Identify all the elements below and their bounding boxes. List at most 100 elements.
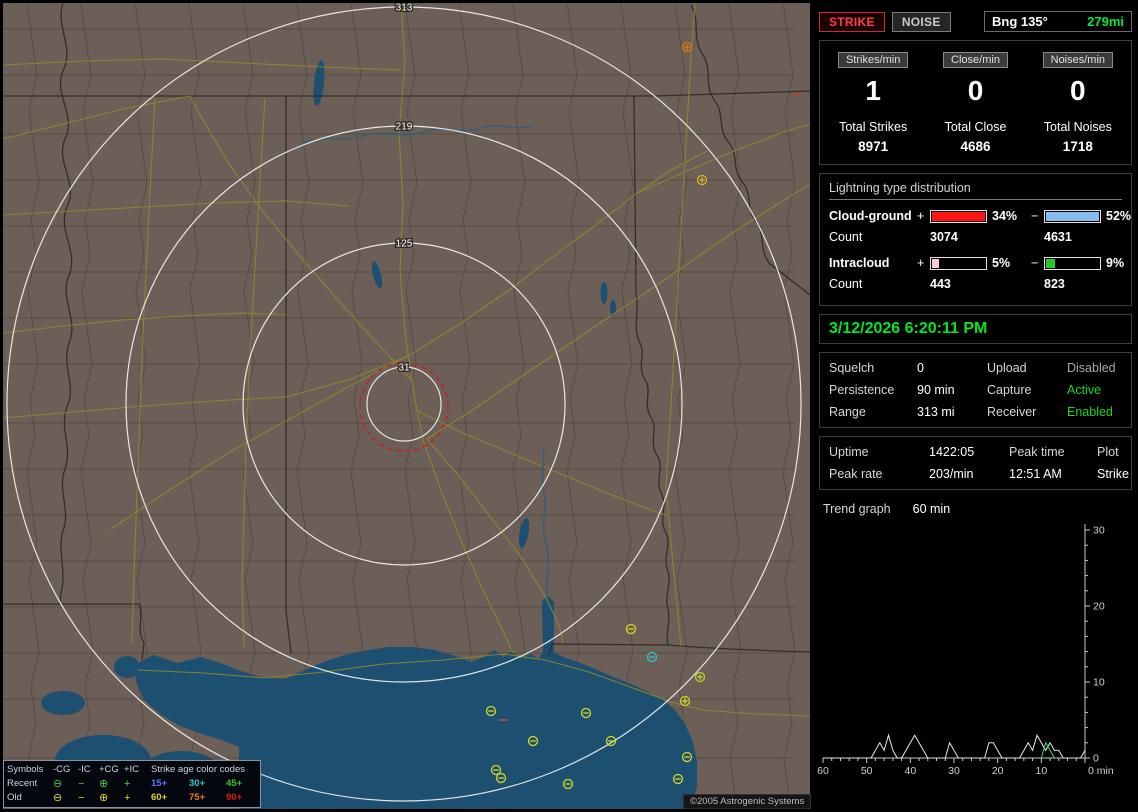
range-label: Range — [829, 405, 866, 419]
cg-neg-count: 4631 — [1044, 230, 1072, 244]
strikes-column: Strikes/min 1 Total Strikes 8971 — [822, 50, 924, 154]
minus-sign: − — [1031, 209, 1039, 223]
squelch-value: 0 — [917, 361, 924, 375]
distribution-title: Lightning type distribution — [829, 181, 1122, 200]
upload-label: Upload — [987, 361, 1027, 375]
trend-window-value: 60 min — [912, 502, 951, 516]
legend-col-cg-neg: -CG — [53, 764, 71, 775]
svg-text:0: 0 — [1093, 753, 1099, 765]
persistence-label: Persistence — [829, 383, 895, 397]
cg-pos-gauge — [930, 209, 987, 223]
trend-header: Trend graph 60 min — [823, 502, 1128, 516]
ic-neg-symbol-icon: − — [78, 792, 85, 804]
svg-text:20: 20 — [1093, 601, 1105, 613]
map-view[interactable]: 31 125 219 313 Symbols -CG -IC +CG +IC Stri… — [2, 1, 812, 809]
intracloud-label: Intracloud — [829, 256, 890, 270]
map-canvas[interactable]: 31 125 219 313 — [2, 1, 811, 809]
legend-col-ic-pos: +IC — [124, 764, 140, 775]
range-ring-label: 313 — [396, 3, 413, 14]
ic-pos-symbol-icon: + — [124, 778, 131, 790]
range-ring-label: 125 — [396, 239, 413, 250]
cloud-ground-label: Cloud-ground — [829, 209, 912, 223]
cg-neg-percent: 52% — [1106, 209, 1132, 223]
age-60-label: 60+ — [151, 792, 168, 803]
sidebar: STRIKE NOISE Bng 135° 279mi Strikes/min … — [813, 0, 1138, 812]
svg-text:40: 40 — [904, 765, 916, 777]
peak-time-value: 12:51 AM — [1009, 467, 1062, 481]
age-90-label: 90+ — [226, 792, 243, 803]
lake — [600, 282, 608, 304]
svg-text:0 min: 0 min — [1088, 765, 1114, 777]
noises-per-min-value: 0 — [1070, 75, 1086, 106]
legend-col-cg-pos: +CG — [99, 764, 119, 775]
lake — [211, 712, 251, 738]
ic-pos-count: 443 — [930, 277, 951, 291]
cg-pos-percent: 34% — [992, 209, 1018, 223]
peak-rate-value: 203/min — [929, 467, 974, 481]
svg-text:60: 60 — [817, 765, 829, 777]
legend-old-row: Old ⊖ − ⊕ + 60+ 75+ 90+ — [7, 791, 257, 805]
peak-rate-label: Peak rate — [829, 467, 883, 481]
map-legend: Symbols -CG -IC +CG +IC Strike age color… — [3, 760, 261, 808]
range-ring-label: 31 — [398, 363, 410, 374]
svg-text:30: 30 — [1093, 525, 1105, 537]
trend-graph-label: Trend graph — [823, 502, 891, 516]
plus-sign: + — [917, 209, 925, 223]
cg-pos-count: 3074 — [930, 230, 958, 244]
settings-panel: Squelch 0 Upload Disabled Persistence 90… — [819, 352, 1132, 428]
ic-neg-gauge — [1044, 256, 1101, 270]
squelch-label: Squelch — [829, 361, 875, 375]
svg-text:10: 10 — [1035, 765, 1047, 777]
ic-neg-count: 823 — [1044, 277, 1065, 291]
plot-label: Plot — [1097, 445, 1119, 459]
total-close-label: Total Close — [944, 120, 1007, 134]
close-per-min-chip[interactable]: Close/min — [943, 52, 1008, 68]
uptime-value: 1422:05 — [929, 445, 975, 459]
distance-value: 279mi — [1087, 14, 1124, 29]
legend-col-ic-neg: -IC — [78, 764, 91, 775]
legend-header-row: Symbols -CG -IC +CG +IC Strike age color… — [7, 763, 257, 777]
strike-button[interactable]: STRIKE — [819, 11, 885, 32]
total-close-value: 4686 — [960, 139, 991, 154]
close-per-min-value: 0 — [967, 75, 984, 106]
receiver-label: Receiver — [987, 405, 1037, 419]
plot-value: Strike — [1097, 467, 1129, 481]
persistence-value: 90 min — [917, 383, 955, 397]
trend-graph: 30 20 10 0 60 50 40 30 20 10 0 min — [817, 524, 1114, 777]
strikes-per-min-value: 1 — [865, 75, 881, 106]
legend-title: Symbols — [7, 764, 44, 775]
minus-sign: − — [1031, 256, 1039, 270]
legend-recent-row: Recent ⊖ − ⊕ + 15+ 30+ 45+ — [7, 777, 257, 791]
svg-text:30: 30 — [948, 765, 960, 777]
upload-state: Disabled — [1067, 361, 1116, 375]
lake — [41, 691, 85, 715]
legend-recent-label: Recent — [7, 778, 38, 789]
cg-neg-symbol-icon: ⊖ — [53, 792, 63, 804]
ic-pos-gauge — [930, 256, 987, 270]
capture-state: Active — [1067, 383, 1102, 397]
total-strikes-label: Total Strikes — [839, 120, 908, 134]
age-75-label: 75+ — [189, 792, 206, 803]
total-strikes-value: 8971 — [858, 139, 889, 154]
plus-sign: + — [917, 256, 925, 270]
status-panel: Uptime 1422:05 Peak time Plot Peak rate … — [819, 436, 1132, 490]
lake — [114, 656, 140, 678]
intracloud-count-row: Count 443 823 — [829, 277, 1122, 291]
bearing-value: Bng 135° — [992, 14, 1048, 29]
age-30-label: 30+ — [189, 778, 206, 789]
intracloud-row: Intracloud + 5% − 9% — [829, 256, 1124, 270]
range-ring-label: 219 — [396, 122, 413, 133]
range-value: 313 mi — [917, 405, 955, 419]
cg-neg-symbol-icon: ⊖ — [53, 778, 63, 790]
legend-age-title: Strike age color codes — [151, 764, 245, 775]
noise-button[interactable]: NOISE — [891, 11, 951, 32]
strikes-per-min-chip[interactable]: Strikes/min — [837, 52, 909, 68]
legend-old-label: Old — [7, 792, 22, 803]
rates-panel: Strikes/min 1 Total Strikes 8971 Close/m… — [819, 40, 1132, 165]
peak-time-label: Peak time — [1009, 445, 1065, 459]
svg-text:10: 10 — [1093, 677, 1105, 689]
noises-per-min-chip[interactable]: Noises/min — [1042, 52, 1114, 68]
svg-text:20: 20 — [992, 765, 1004, 777]
clock-panel: 3/12/2026 6:20:11 PM — [819, 314, 1132, 344]
total-noises-label: Total Noises — [1043, 120, 1112, 134]
